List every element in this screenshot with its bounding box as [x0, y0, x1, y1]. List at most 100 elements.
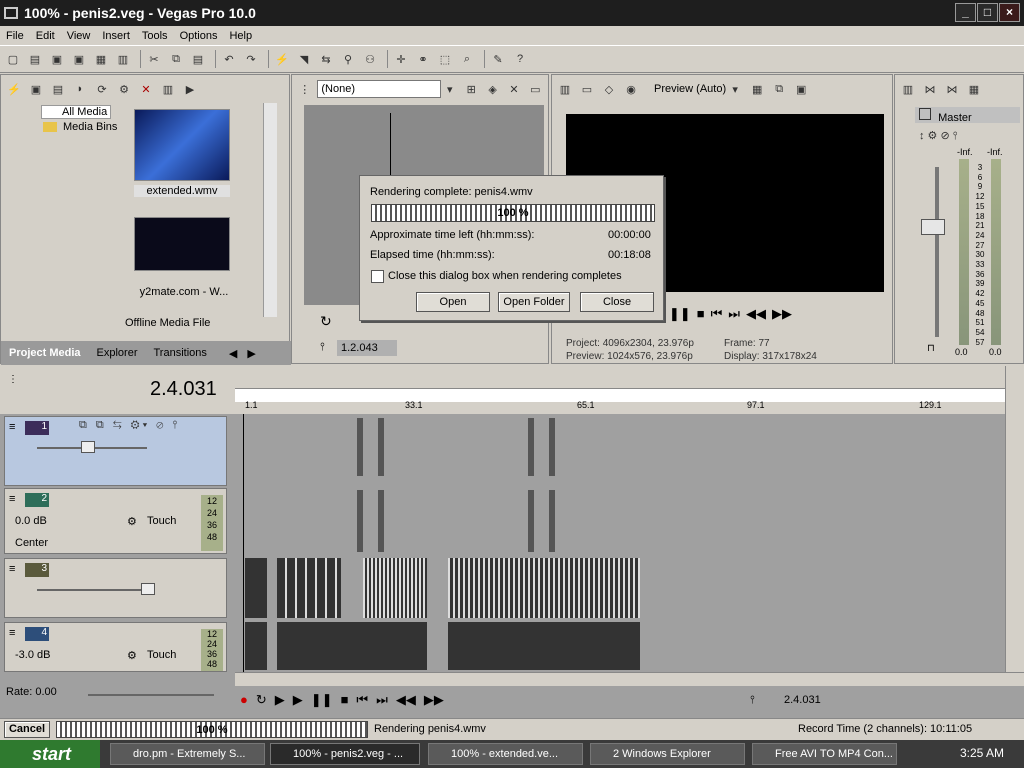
- lock-envelopes-icon[interactable]: ⚲: [339, 50, 357, 68]
- timeline-event[interactable]: [528, 490, 534, 552]
- ignore-grouping-icon[interactable]: ⚇: [361, 50, 379, 68]
- track-collapse-icon[interactable]: ≡: [9, 563, 15, 575]
- taskbar-item[interactable]: Free AVI TO MP4 Con...: [752, 743, 897, 765]
- monitor-icon[interactable]: ▭: [527, 80, 544, 98]
- open-button[interactable]: Open: [416, 292, 490, 312]
- timeline-horizontal-scrollbar[interactable]: [235, 672, 1024, 686]
- timeline-vertical-scrollbar[interactable]: [1005, 366, 1024, 672]
- copy-icon[interactable]: ⧉: [167, 50, 185, 68]
- trimmer-loop-icon[interactable]: ↻: [320, 313, 332, 330]
- media-file-name[interactable]: y2mate.com - W...: [134, 286, 234, 298]
- tab-explorer[interactable]: Explorer: [89, 347, 146, 359]
- menu-tools[interactable]: Tools: [136, 30, 174, 42]
- loop-icon[interactable]: ↻: [256, 692, 267, 708]
- start-button[interactable]: start: [0, 740, 100, 768]
- automation-icon[interactable]: ⚙: [127, 515, 137, 528]
- get-media-icon[interactable]: ▤: [49, 80, 67, 98]
- track-header-4[interactable]: 4 ≡ -3.0 dB ⚙ Touch 12 24 36 48: [4, 622, 227, 672]
- new-icon[interactable]: ▢: [4, 50, 22, 68]
- timeline-event[interactable]: [549, 490, 555, 552]
- auto-crossfade-icon[interactable]: ◥: [295, 50, 313, 68]
- stop-icon[interactable]: ■: [697, 306, 705, 322]
- timeline-event[interactable]: [245, 558, 267, 618]
- master-fader-track[interactable]: [935, 167, 939, 337]
- save-icon[interactable]: ▣: [48, 50, 66, 68]
- taskbar-item[interactable]: 2 Windows Explorer: [590, 743, 745, 765]
- track-mode[interactable]: Touch: [147, 515, 176, 527]
- zoom-tool-icon[interactable]: ⌕: [458, 50, 476, 68]
- open-folder-button[interactable]: Open Folder: [498, 292, 570, 312]
- ripple-icon[interactable]: ⇆: [317, 50, 335, 68]
- record-icon[interactable]: ●: [240, 692, 248, 708]
- dropdown-icon[interactable]: ▾: [726, 80, 744, 98]
- timeline-event[interactable]: [357, 418, 363, 476]
- clear-icon[interactable]: ✕: [505, 80, 522, 98]
- dropdown-icon[interactable]: ▾: [441, 80, 458, 98]
- track-lanes[interactable]: [243, 414, 1005, 672]
- cut-icon[interactable]: ✂: [145, 50, 163, 68]
- master-lock-icon[interactable]: ⊓: [927, 343, 935, 354]
- timeline-event[interactable]: [245, 622, 267, 670]
- rate-slider[interactable]: [88, 694, 214, 696]
- copy-snapshot-icon[interactable]: ⧉: [770, 80, 788, 98]
- track-level-thumb[interactable]: [81, 441, 95, 453]
- tab-scroll-right-icon[interactable]: ▶: [245, 347, 257, 360]
- properties-icon[interactable]: ▥: [114, 50, 132, 68]
- media-thumbnail[interactable]: [134, 109, 230, 181]
- more-icon[interactable]: ▦: [965, 80, 983, 98]
- preview-properties-icon[interactable]: ▥: [556, 80, 574, 98]
- fx-icon[interactable]: ◇: [600, 80, 618, 98]
- next-frame-icon[interactable]: ▶▶: [772, 306, 792, 322]
- track-header-1[interactable]: 1 ≡ ⧉ ⧉ ⇆ ⚙▾ ⊘ ⫯: [4, 416, 227, 486]
- go-to-end-icon[interactable]: ⏭: [728, 306, 740, 322]
- track-level-slider[interactable]: [37, 589, 155, 591]
- downmix-icon[interactable]: ⋈: [921, 80, 939, 98]
- dialog-close-button[interactable]: Close: [580, 292, 654, 312]
- timeline-event[interactable]: [277, 558, 341, 618]
- add-to-timeline-icon[interactable]: ⊞: [462, 80, 479, 98]
- go-to-end-icon[interactable]: ⏭: [376, 692, 388, 708]
- prev-frame-icon[interactable]: ◀◀: [396, 692, 416, 708]
- import-media-icon[interactable]: ⚡: [5, 80, 23, 98]
- cursor-time[interactable]: 2.4.031: [150, 378, 217, 401]
- menu-insert[interactable]: Insert: [96, 30, 136, 42]
- timeline-event[interactable]: [357, 490, 363, 552]
- go-to-start-icon[interactable]: ⏮: [356, 692, 368, 708]
- undo-icon[interactable]: ↶: [220, 50, 238, 68]
- remove-unused-icon[interactable]: ⟳: [93, 80, 111, 98]
- open-icon[interactable]: ▤: [26, 50, 44, 68]
- track-level-thumb[interactable]: [141, 583, 155, 595]
- track-collapse-icon[interactable]: ≡: [9, 627, 15, 639]
- close-on-complete-checkbox[interactable]: [371, 270, 384, 283]
- menu-help[interactable]: Help: [223, 30, 258, 42]
- envelope-tool-icon[interactable]: ⚭: [414, 50, 432, 68]
- snapping-icon[interactable]: ⚡: [273, 50, 291, 68]
- minimize-button[interactable]: _: [955, 3, 976, 22]
- capture-icon[interactable]: ▣: [27, 80, 45, 98]
- mixer-icon[interactable]: ▥: [899, 80, 917, 98]
- timeline-event[interactable]: [549, 418, 555, 476]
- taskbar-item[interactable]: dro.pm - Extremely S...: [110, 743, 265, 765]
- timeline-ruler[interactable]: 1.1 33.1 65.1 97.1 129.1: [235, 366, 1005, 414]
- media-thumbnail[interactable]: [134, 217, 230, 271]
- pause-icon[interactable]: ❚❚: [669, 306, 691, 322]
- taskbar-item[interactable]: 100% - penis2.veg - ...: [270, 743, 420, 765]
- media-fx-icon[interactable]: ⚙: [115, 80, 133, 98]
- redo-icon[interactable]: ↷: [242, 50, 260, 68]
- split-screen-icon[interactable]: ◉: [622, 80, 640, 98]
- dim-icon[interactable]: ⋈: [943, 80, 961, 98]
- tree-item-media-bins[interactable]: Media Bins: [41, 121, 121, 135]
- pause-icon[interactable]: ❚❚: [311, 692, 333, 708]
- save-snapshot-icon[interactable]: ▣: [792, 80, 810, 98]
- media-properties-icon[interactable]: ▥: [159, 80, 177, 98]
- track-fx-icons[interactable]: ⧉ ⧉ ⇆ ⚙▾ ⊘ ⫯: [79, 419, 180, 432]
- track-collapse-icon[interactable]: ≡: [9, 493, 15, 505]
- trimmer-source-select[interactable]: (None): [317, 80, 442, 98]
- normal-edit-tool-icon[interactable]: ✛: [392, 50, 410, 68]
- media-file-name[interactable]: extended.wmv: [134, 185, 230, 197]
- timeline-event[interactable]: [448, 558, 640, 618]
- taskbar-item[interactable]: 100% - extended.ve...: [428, 743, 583, 765]
- tree-item-all-media[interactable]: All Media: [41, 105, 111, 119]
- track-collapse-icon[interactable]: ≡: [9, 421, 15, 433]
- track-header-3[interactable]: 3 ≡: [4, 558, 227, 618]
